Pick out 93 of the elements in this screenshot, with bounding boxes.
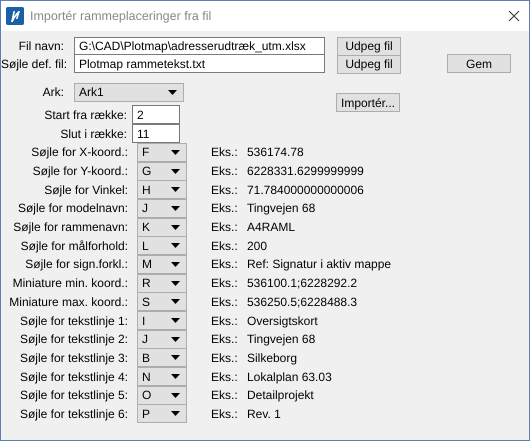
- dropdown-arrow-icon: [168, 90, 177, 94]
- dropdown-arrow-icon: [171, 280, 180, 286]
- example-value: 536100.1;6228292.2: [247, 276, 358, 290]
- field-label: Fil navn:: [18, 39, 65, 53]
- example-value: Tingvejen 68: [247, 332, 316, 346]
- example-value: Ref: Signatur i aktiv mappe: [247, 257, 392, 272]
- field-label: Søjle for tekstlinje 2:: [18, 332, 128, 346]
- dropdown-arrow-icon: [171, 168, 180, 174]
- example-label: Eks.:: [211, 201, 239, 216]
- example-label: Eks.:: [211, 332, 239, 346]
- dropdown-arrow-icon: [171, 355, 180, 360]
- column-dropdown[interactable]: G: [137, 162, 187, 181]
- example-label: Eks.:: [211, 238, 239, 253]
- field-label: Søjle for modelnavn:: [16, 201, 128, 216]
- example-value: Rev. 1: [247, 406, 281, 421]
- field-label: Søjle for Y-koord.:: [32, 164, 128, 178]
- dropdown-arrow-icon: [171, 318, 180, 324]
- example-label: Eks.:: [211, 220, 239, 234]
- field-label: Søjle for rammenavn:: [12, 220, 128, 234]
- field-label: Søjle for Vinkel:: [43, 182, 128, 197]
- column-dropdown[interactable]: S: [137, 292, 187, 312]
- window-title: Importér rammeplaceringer fra fil: [30, 9, 212, 23]
- example-label: Eks.:: [211, 406, 239, 421]
- sheet-dropdown[interactable]: Ark1: [74, 82, 184, 102]
- column-dropdown[interactable]: B: [137, 348, 187, 368]
- example-value: Silkeborg: [247, 350, 298, 365]
- example-label: Eks.:: [211, 145, 239, 160]
- close-icon[interactable]: [508, 10, 520, 22]
- file-path-field[interactable]: G:\CAD\Plotmap\adresserudtræk_utm.xlsx: [74, 37, 325, 55]
- save-button[interactable]: Gem: [447, 54, 511, 73]
- dropdown-arrow-icon: [171, 206, 180, 211]
- column-dropdown[interactable]: R: [137, 274, 187, 293]
- field-label: Søjle for tekstlinje 3:: [18, 350, 128, 365]
- browse-button[interactable]: Udpeg fil: [337, 54, 401, 74]
- dropdown-arrow-icon: [171, 336, 180, 342]
- start-row-field[interactable]: 2: [132, 105, 180, 124]
- example-label: Eks.:: [211, 257, 239, 272]
- field-label: Søjle for tekstlinje 4:: [18, 370, 128, 384]
- dropdown-arrow-icon: [171, 224, 180, 230]
- dropdown-arrow-icon: [171, 374, 180, 380]
- dropdown-arrow-icon: [171, 392, 180, 398]
- column-dropdown[interactable]: N: [137, 367, 187, 386]
- dropdown-arrow-icon: [171, 187, 180, 192]
- file-path-field[interactable]: Plotmap rammetekst.txt: [74, 55, 325, 73]
- example-label: Eks.:: [211, 370, 239, 384]
- example-value: 536174.78: [247, 145, 304, 160]
- dropdown-arrow-icon: [171, 243, 180, 248]
- example-label: Eks.:: [211, 294, 239, 309]
- example-value: 200: [247, 238, 268, 253]
- example-label: Eks.:: [211, 164, 239, 178]
- field-label: Miniature max. koord.:: [8, 294, 128, 309]
- import-button[interactable]: Importér...: [336, 93, 400, 112]
- example-label: Eks.:: [211, 276, 239, 290]
- example-label: Eks.:: [211, 388, 239, 402]
- example-value: Lokalplan 63.03: [247, 370, 332, 384]
- example-value: 71.784000000000006: [247, 182, 364, 197]
- field-label: Søjle for sign.forkl.:: [24, 257, 128, 272]
- column-dropdown[interactable]: K: [137, 218, 187, 237]
- example-label: Eks.:: [211, 182, 239, 197]
- example-value: Oversigtskort: [247, 314, 318, 328]
- dropdown-arrow-icon: [171, 299, 180, 304]
- column-dropdown[interactable]: H: [137, 180, 187, 200]
- column-dropdown[interactable]: I: [137, 311, 187, 330]
- example-value: 536250.5;6228488.3: [247, 294, 358, 309]
- dropdown-arrow-icon: [171, 150, 180, 155]
- field-label: Søjle def. fil:: [1, 57, 68, 71]
- example-value: A4RAML: [247, 220, 296, 234]
- column-dropdown[interactable]: J: [137, 198, 187, 218]
- field-label: Slut i række:: [59, 126, 128, 140]
- app-logo-icon: [6, 7, 24, 25]
- field-label: Start fra række:: [43, 108, 128, 122]
- column-dropdown[interactable]: L: [137, 236, 187, 256]
- field-label: Ark:: [42, 85, 65, 99]
- example-value: 6228331.6299999999: [247, 164, 364, 178]
- end-row-field[interactable]: 11: [132, 124, 180, 143]
- column-dropdown[interactable]: J: [137, 330, 187, 349]
- field-label: Søjle for målforhold:: [20, 238, 128, 253]
- field-label: Søjle for tekstlinje 5:: [18, 388, 128, 402]
- example-label: Eks.:: [211, 350, 239, 365]
- dropdown-arrow-icon: [171, 262, 180, 267]
- browse-button[interactable]: Udpeg fil: [337, 36, 401, 56]
- field-label: Miniature min. koord.:: [12, 276, 128, 290]
- column-dropdown[interactable]: F: [137, 142, 187, 162]
- column-dropdown[interactable]: P: [137, 404, 187, 424]
- field-label: Søjle for X-koord.:: [30, 145, 128, 160]
- field-label: Søjle for tekstlinje 6:: [18, 406, 128, 421]
- example-value: Detailprojekt: [247, 388, 314, 402]
- column-dropdown[interactable]: M: [137, 254, 187, 274]
- example-value: Tingvejen 68: [247, 201, 316, 216]
- column-dropdown[interactable]: O: [137, 386, 187, 405]
- field-label: Søjle for tekstlinje 1:: [18, 314, 128, 328]
- dropdown-arrow-icon: [171, 411, 180, 416]
- example-label: Eks.:: [211, 314, 239, 328]
